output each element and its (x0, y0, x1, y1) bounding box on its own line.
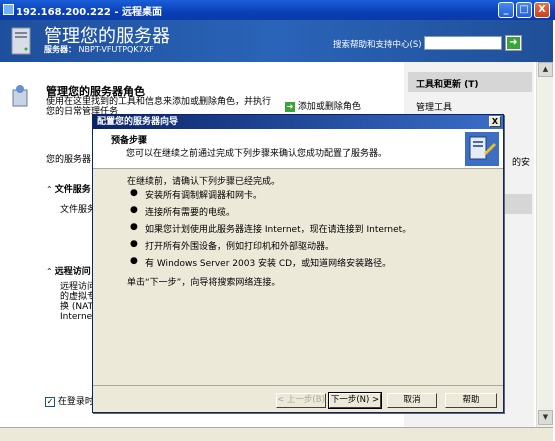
bullet: ● (130, 205, 138, 215)
remote-desktop-icon (3, 4, 14, 15)
remote-desktop-titlebar[interactable]: 192.168.200.222 - 远程桌面 _ □ X (0, 0, 555, 20)
step-3: 如果您计划使用此服务器连接 Internet，现在请连接到 Internet。 (145, 225, 412, 235)
server-icon (11, 27, 31, 55)
cancel-button[interactable]: 取消 (387, 393, 437, 408)
remote-desktop-title: 192.168.200.222 - 远程桌面 (16, 7, 163, 18)
bullet: ● (130, 222, 138, 232)
dialog-body: 在继续前，请确认下列步骤已经完成。 ● 安装所有调制解调器和网卡。 ● 连接所有… (93, 170, 503, 384)
server-role-icon (12, 85, 28, 107)
next-button[interactable]: 下一步(N) > (328, 392, 382, 409)
bullet: ● (130, 239, 138, 249)
button-separator (93, 385, 503, 386)
dialog-header: 预备步骤 您可以在继续之前通过完成下列步骤来确认您成功配置了服务器。 (93, 129, 503, 169)
configure-server-wizard: 配置您的服务器向导 X 预备步骤 您可以在继续之前通过完成下列步骤来确认您成功配… (92, 114, 504, 413)
step-2: 连接所有需要的电缆。 (145, 208, 236, 218)
scroll-down-icon[interactable]: ▼ (538, 410, 553, 425)
search-input[interactable] (424, 36, 502, 50)
dialog-close-button[interactable]: X (489, 116, 501, 127)
wizard-icon (465, 132, 499, 166)
dialog-header-title: 预备步骤 (111, 136, 148, 146)
section-file-server[interactable]: ⌃ 文件服务 (46, 182, 91, 195)
dialog-titlebar[interactable]: 配置您的服务器向导 X (93, 115, 503, 129)
search-go-button[interactable]: ➜ (505, 35, 522, 51)
scroll-up-icon[interactable]: ▲ (538, 62, 553, 77)
back-button[interactable]: < 上一步(B) (276, 393, 326, 408)
step-4: 打开所有外围设备，例如打印机和外部驱动器。 (145, 242, 335, 252)
step-1: 安装所有调制解调器和网卡。 (145, 191, 263, 201)
server-name-line: 服务器： NBPT-VFUTPQK7XF (44, 45, 154, 54)
collapse-icon: ⌃ (46, 185, 53, 194)
add-remove-roles-link[interactable]: ➜ 添加或删除角色 (285, 99, 361, 112)
section-remote-access[interactable]: ⌃ 远程访问 (46, 264, 91, 277)
vertical-scrollbar[interactable]: ▲ ▼ (536, 62, 553, 427)
footer-text: 单击“下一步”，向导将搜索网络连接。 (127, 278, 281, 288)
collapse-icon: ⌃ (46, 267, 53, 276)
truncated-text: 的安 (512, 158, 531, 168)
status-strip (0, 427, 553, 441)
arrow-right-icon: ➜ (285, 101, 295, 112)
header-banner: 管理您的服务器 服务器： NBPT-VFUTPQK7XF 搜索帮助和支持中心(S… (0, 20, 553, 62)
dialog-title: 配置您的服务器向导 (97, 117, 179, 127)
tools-title: 工具和更新 (T) (416, 80, 479, 90)
search-label: 搜索帮助和支持中心(S) (333, 40, 422, 50)
step-5: 有 Windows Server 2003 安装 CD，或知道网络安装路径。 (145, 259, 392, 269)
dialog-header-subtitle: 您可以在继续之前通过完成下列步骤来确认您成功配置了服务器。 (126, 149, 388, 159)
minimize-button[interactable]: _ (498, 2, 514, 18)
arrow-right-icon: ➜ (507, 37, 520, 49)
admin-tools-link[interactable]: 管理工具 (416, 100, 452, 113)
bullet: ● (130, 256, 138, 266)
restore-button[interactable]: □ (516, 2, 532, 18)
intro-text: 在继续前，请确认下列步骤已经完成。 (127, 177, 281, 187)
bullet: ● (130, 188, 138, 198)
close-button[interactable]: X (534, 2, 550, 18)
checkbox-checked[interactable]: ✓ (45, 396, 55, 407)
help-button[interactable]: 帮助 (445, 393, 497, 408)
